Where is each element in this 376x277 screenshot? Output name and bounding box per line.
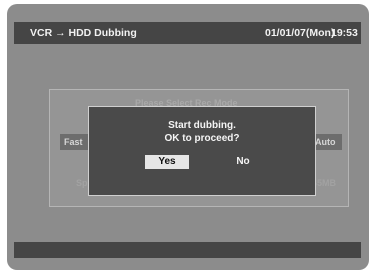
date-display: 01/01/07(Mon) [265, 27, 335, 39]
status-bar [14, 242, 361, 258]
rec-mode-right-option: Auto [312, 134, 342, 150]
screen-title: VCR → HDD Dubbing [30, 27, 137, 39]
tv-screen: VCR → HDD Dubbing 01/01/07(Mon) 19:53 Pl… [7, 4, 369, 270]
yes-button[interactable]: Yes [145, 155, 189, 169]
time-display: 19:53 [331, 27, 358, 39]
title-bar: VCR → HDD Dubbing 01/01/07(Mon) 19:53 [14, 22, 361, 44]
confirm-dialog: Start dubbing. OK to proceed? Yes No [88, 106, 316, 196]
no-button[interactable]: No [221, 155, 265, 169]
dialog-message-line1: Start dubbing. [168, 120, 236, 131]
rec-mode-label: Sp [76, 178, 88, 188]
dialog-message-line2: OK to proceed? [164, 133, 240, 144]
